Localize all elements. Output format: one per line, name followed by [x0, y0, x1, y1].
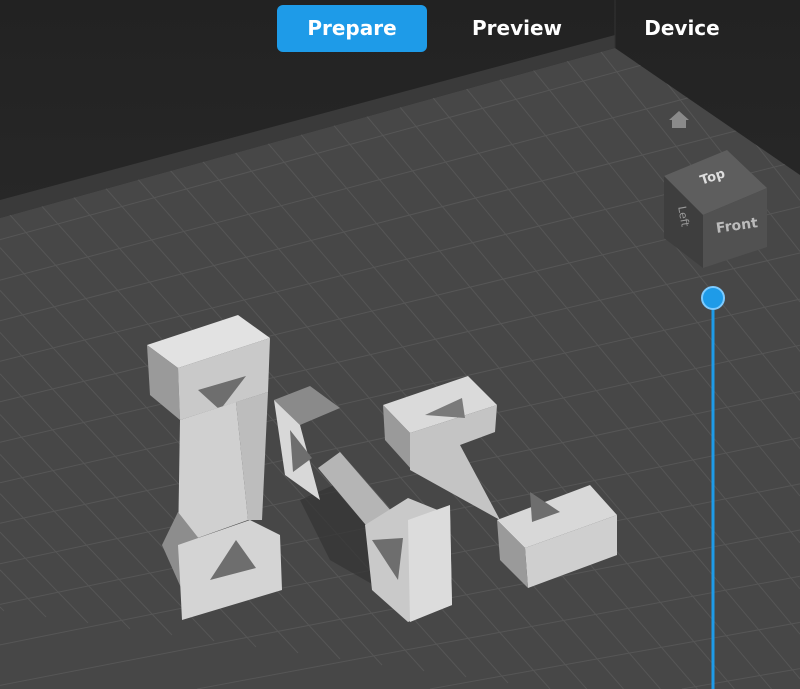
- tab-device[interactable]: Device: [607, 5, 757, 52]
- layer-slider-handle[interactable]: [701, 286, 725, 310]
- tab-prepare[interactable]: Prepare: [277, 5, 427, 52]
- 3d-viewport[interactable]: [0, 0, 800, 689]
- tab-preview[interactable]: Preview: [427, 5, 607, 52]
- home-view-icon[interactable]: [668, 110, 690, 130]
- mode-tabs: Prepare Preview Device: [277, 5, 757, 52]
